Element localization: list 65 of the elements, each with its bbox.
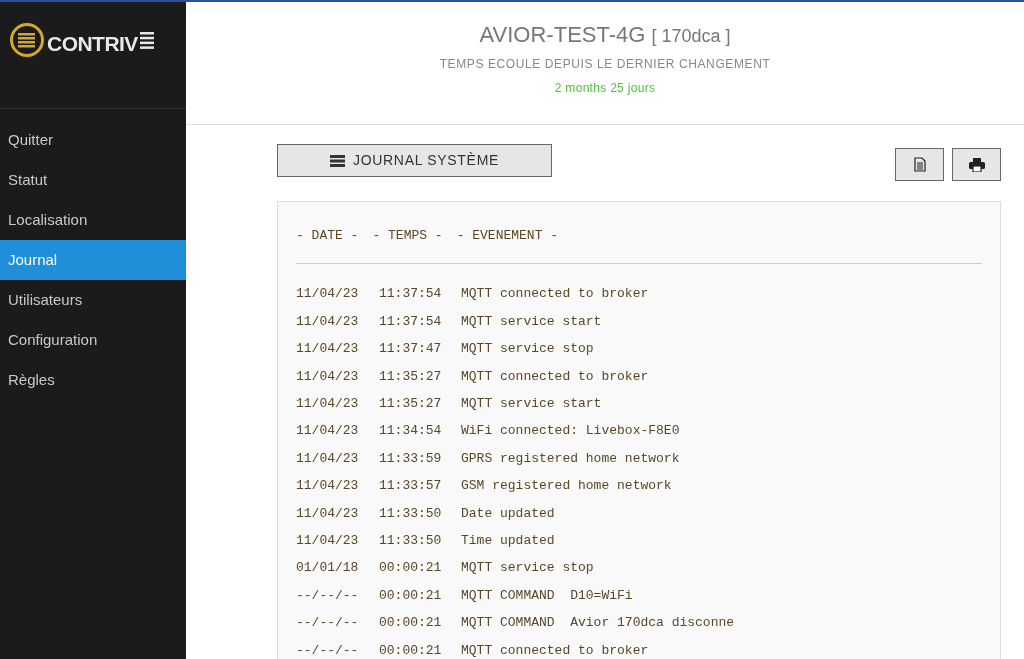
sidebar-item[interactable]: Quitter xyxy=(0,120,186,160)
sidebar-item[interactable]: Utilisateurs xyxy=(0,280,186,320)
log-date: --/--/-- xyxy=(296,641,360,659)
column-header: - EVENEMENT - xyxy=(456,227,559,245)
document-button[interactable] xyxy=(895,148,944,181)
log-time: 00:00:21 xyxy=(379,559,443,578)
log-date: 01/01/18 xyxy=(296,559,360,578)
log-time: 00:00:21 xyxy=(379,614,443,633)
log-date: 11/04/23 xyxy=(296,504,360,523)
server-icon xyxy=(329,154,345,167)
log-time: 11:35:27 xyxy=(379,367,443,386)
log-time: 11:37:47 xyxy=(379,340,443,359)
log-date: 11/04/23 xyxy=(296,422,360,441)
log-time: 11:34:54 xyxy=(379,422,443,441)
log-time: 00:00:21 xyxy=(379,586,443,605)
logo-icon xyxy=(9,22,45,58)
sidebar-item[interactable]: Configuration xyxy=(0,320,186,360)
sidebar-item[interactable]: Localisation xyxy=(0,200,186,240)
document-icon xyxy=(913,157,926,172)
log-event: Date updated xyxy=(461,504,555,523)
log-event: MQTT connected to broker xyxy=(461,367,649,386)
log-event: MQTT connected to broker xyxy=(461,285,649,304)
log-time: 11:35:27 xyxy=(379,395,443,413)
device-id: [ 170dca ] xyxy=(651,25,731,48)
column-header: - DATE - xyxy=(296,227,359,245)
log-event: Time updated xyxy=(461,531,555,550)
log-event: MQTT service start xyxy=(461,312,602,331)
journal-button[interactable]: JOURNAL SYSTÈME xyxy=(277,144,552,177)
log-date: --/--/-- xyxy=(296,614,360,633)
log-event: GSM registered home network xyxy=(461,477,672,496)
subtitle: TEMPS ECOULE DEPUIS LE DERNIER CHANGEMENT xyxy=(439,56,771,73)
log-event: MQTT service stop xyxy=(461,559,594,578)
sidebar-item[interactable]: Statut xyxy=(0,160,186,200)
print-icon xyxy=(968,157,985,172)
logo-stripes-icon xyxy=(139,32,154,49)
log-time: 11:33:57 xyxy=(379,477,443,496)
log-event: MQTT COMMAND Avior 170dca disconne xyxy=(461,614,735,633)
log-time: 00:00:21 xyxy=(379,641,443,659)
log-time: 11:37:54 xyxy=(379,285,443,304)
log-event: GPRS registered home network xyxy=(461,449,680,468)
sidebar-item[interactable]: Journal xyxy=(0,240,186,280)
logo-text: CONTRIV xyxy=(47,31,138,57)
log-date: 11/04/23 xyxy=(296,531,360,550)
log-time: 11:33:59 xyxy=(379,449,443,468)
log-event: MQTT connected to broker xyxy=(461,641,649,659)
log-date: 11/04/23 xyxy=(296,285,360,304)
log-date: 11/04/23 xyxy=(296,395,360,413)
log-time: 11:37:54 xyxy=(379,312,443,331)
log-date: 11/04/23 xyxy=(296,312,360,331)
log-time: 11:33:50 xyxy=(379,504,443,523)
log-time: 11:33:50 xyxy=(379,531,443,550)
log-event: MQTT COMMAND D10=WiFi xyxy=(461,586,633,605)
elapsed-time: 2 months 25 jours xyxy=(554,80,656,97)
log-date: 11/04/23 xyxy=(296,449,360,468)
log-date: 11/04/23 xyxy=(296,340,360,359)
log-date: 11/04/23 xyxy=(296,477,360,496)
print-button[interactable] xyxy=(952,148,1001,181)
log-event: MQTT service start xyxy=(461,395,602,413)
sidebar-item[interactable]: Règles xyxy=(0,360,186,400)
column-header: - TEMPS - xyxy=(372,227,443,245)
log-event: MQTT service stop xyxy=(461,340,594,359)
log-date: --/--/-- xyxy=(296,586,360,605)
device-name: AVIOR-TEST-4G xyxy=(479,21,646,49)
log-date: 11/04/23 xyxy=(296,367,360,386)
log-event: WiFi connected: Livebox-F8E0 xyxy=(461,422,680,441)
